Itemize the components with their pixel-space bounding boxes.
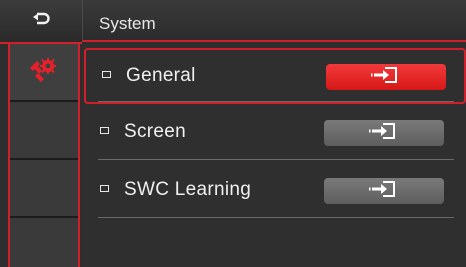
divider [98, 101, 454, 102]
menu-item-general[interactable]: General [84, 48, 466, 104]
general-enter-button[interactable] [326, 64, 446, 90]
menu-item-label: SWC Learning [124, 179, 252, 200]
menu-item-swc-learning[interactable]: SWC Learning [82, 162, 466, 218]
swc-learning-enter-button[interactable] [324, 178, 444, 204]
system-settings-screen: System General Screen SWC Learning [0, 0, 466, 267]
sidebar-slot [10, 218, 78, 267]
page-title: System [99, 14, 156, 33]
divider [98, 217, 454, 218]
enter-arrow-icon [371, 66, 401, 89]
bullet-icon [102, 71, 111, 78]
bullet-icon [100, 127, 109, 134]
sidebar-slot [10, 102, 78, 160]
back-arrow-icon [31, 11, 51, 32]
divider [98, 159, 454, 160]
wrench-gear-icon [29, 57, 59, 88]
back-button[interactable] [0, 0, 82, 44]
left-column [0, 0, 82, 267]
menu-item-screen[interactable]: Screen [82, 104, 466, 160]
screen-enter-button[interactable] [324, 120, 444, 146]
menu-item-label: Screen [124, 121, 187, 142]
menu-list: General Screen SWC Learning [82, 44, 466, 267]
enter-arrow-icon [369, 180, 399, 203]
title-bar: System [82, 0, 466, 42]
enter-arrow-icon [369, 122, 399, 145]
bullet-icon [100, 185, 109, 192]
sidebar-item-system[interactable] [10, 44, 78, 102]
menu-item-label: General [126, 65, 196, 86]
sidebar [8, 44, 80, 267]
sidebar-slot [10, 160, 78, 218]
